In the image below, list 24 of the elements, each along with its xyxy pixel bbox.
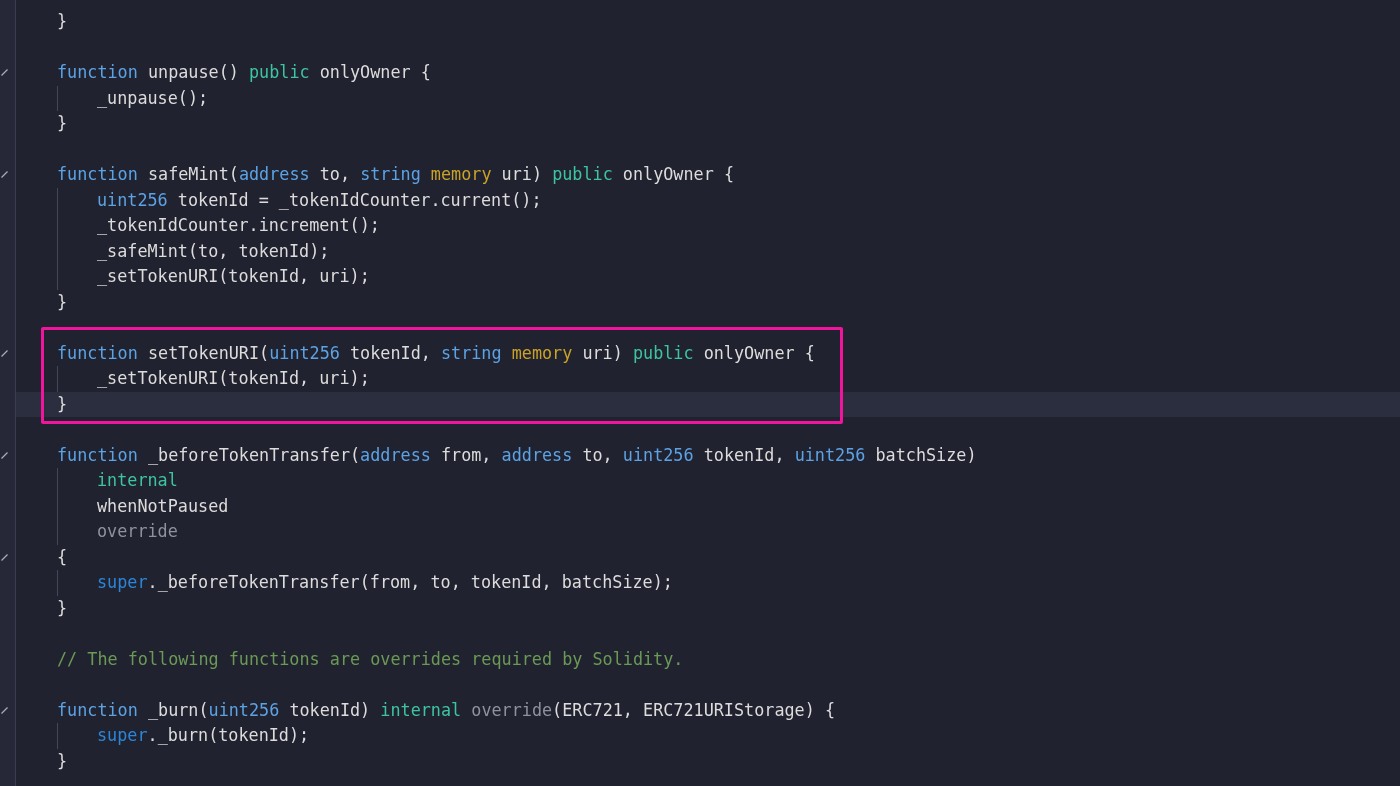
code-line: } [57, 596, 68, 620]
code-line: } [57, 290, 68, 314]
code-line: } [57, 749, 68, 773]
code-line: { [57, 545, 68, 569]
code-line: internal [97, 469, 178, 492]
code-line: } [57, 112, 68, 135]
code-line: } [57, 392, 68, 416]
code-line: _setTokenURI(tokenId, uri); [97, 367, 370, 390]
code-line: function safeMint(address to, string memory uri) public onlyOwner { [57, 163, 734, 186]
code-line: super._burn(tokenId); [97, 724, 310, 747]
code-line: } [57, 10, 68, 33]
code-line: _safeMint(to, tokenId); [97, 239, 330, 263]
code-line: override [97, 520, 178, 543]
code-line: function _beforeTokenTransfer(address from, address to, uint256 tokenId, uint256 batchSize) [57, 443, 977, 467]
code-line: _tokenIdCounter.increment(); [97, 214, 380, 237]
code-line: _unpause(); [97, 86, 209, 110]
code-line: uint256 tokenId = _tokenIdCounter.current(); [97, 188, 542, 212]
code-line: whenNotPaused [97, 494, 229, 518]
code-comment: // The following functions are overrides required by Solidity. [57, 647, 684, 671]
code-line: _setTokenURI(tokenId, uri); [97, 265, 370, 288]
code-line: function setTokenURI(uint256 tokenId, string memory uri) public onlyOwner { [57, 341, 815, 365]
code-line: function unpause() public onlyOwner { [57, 61, 431, 84]
code-line: function _burn(uint256 tokenId) internal override(ERC721, ERC721URIStorage) { [57, 698, 835, 722]
code-line: super._beforeTokenTransfer(from, to, tokenId, batchSize); [97, 571, 673, 594]
